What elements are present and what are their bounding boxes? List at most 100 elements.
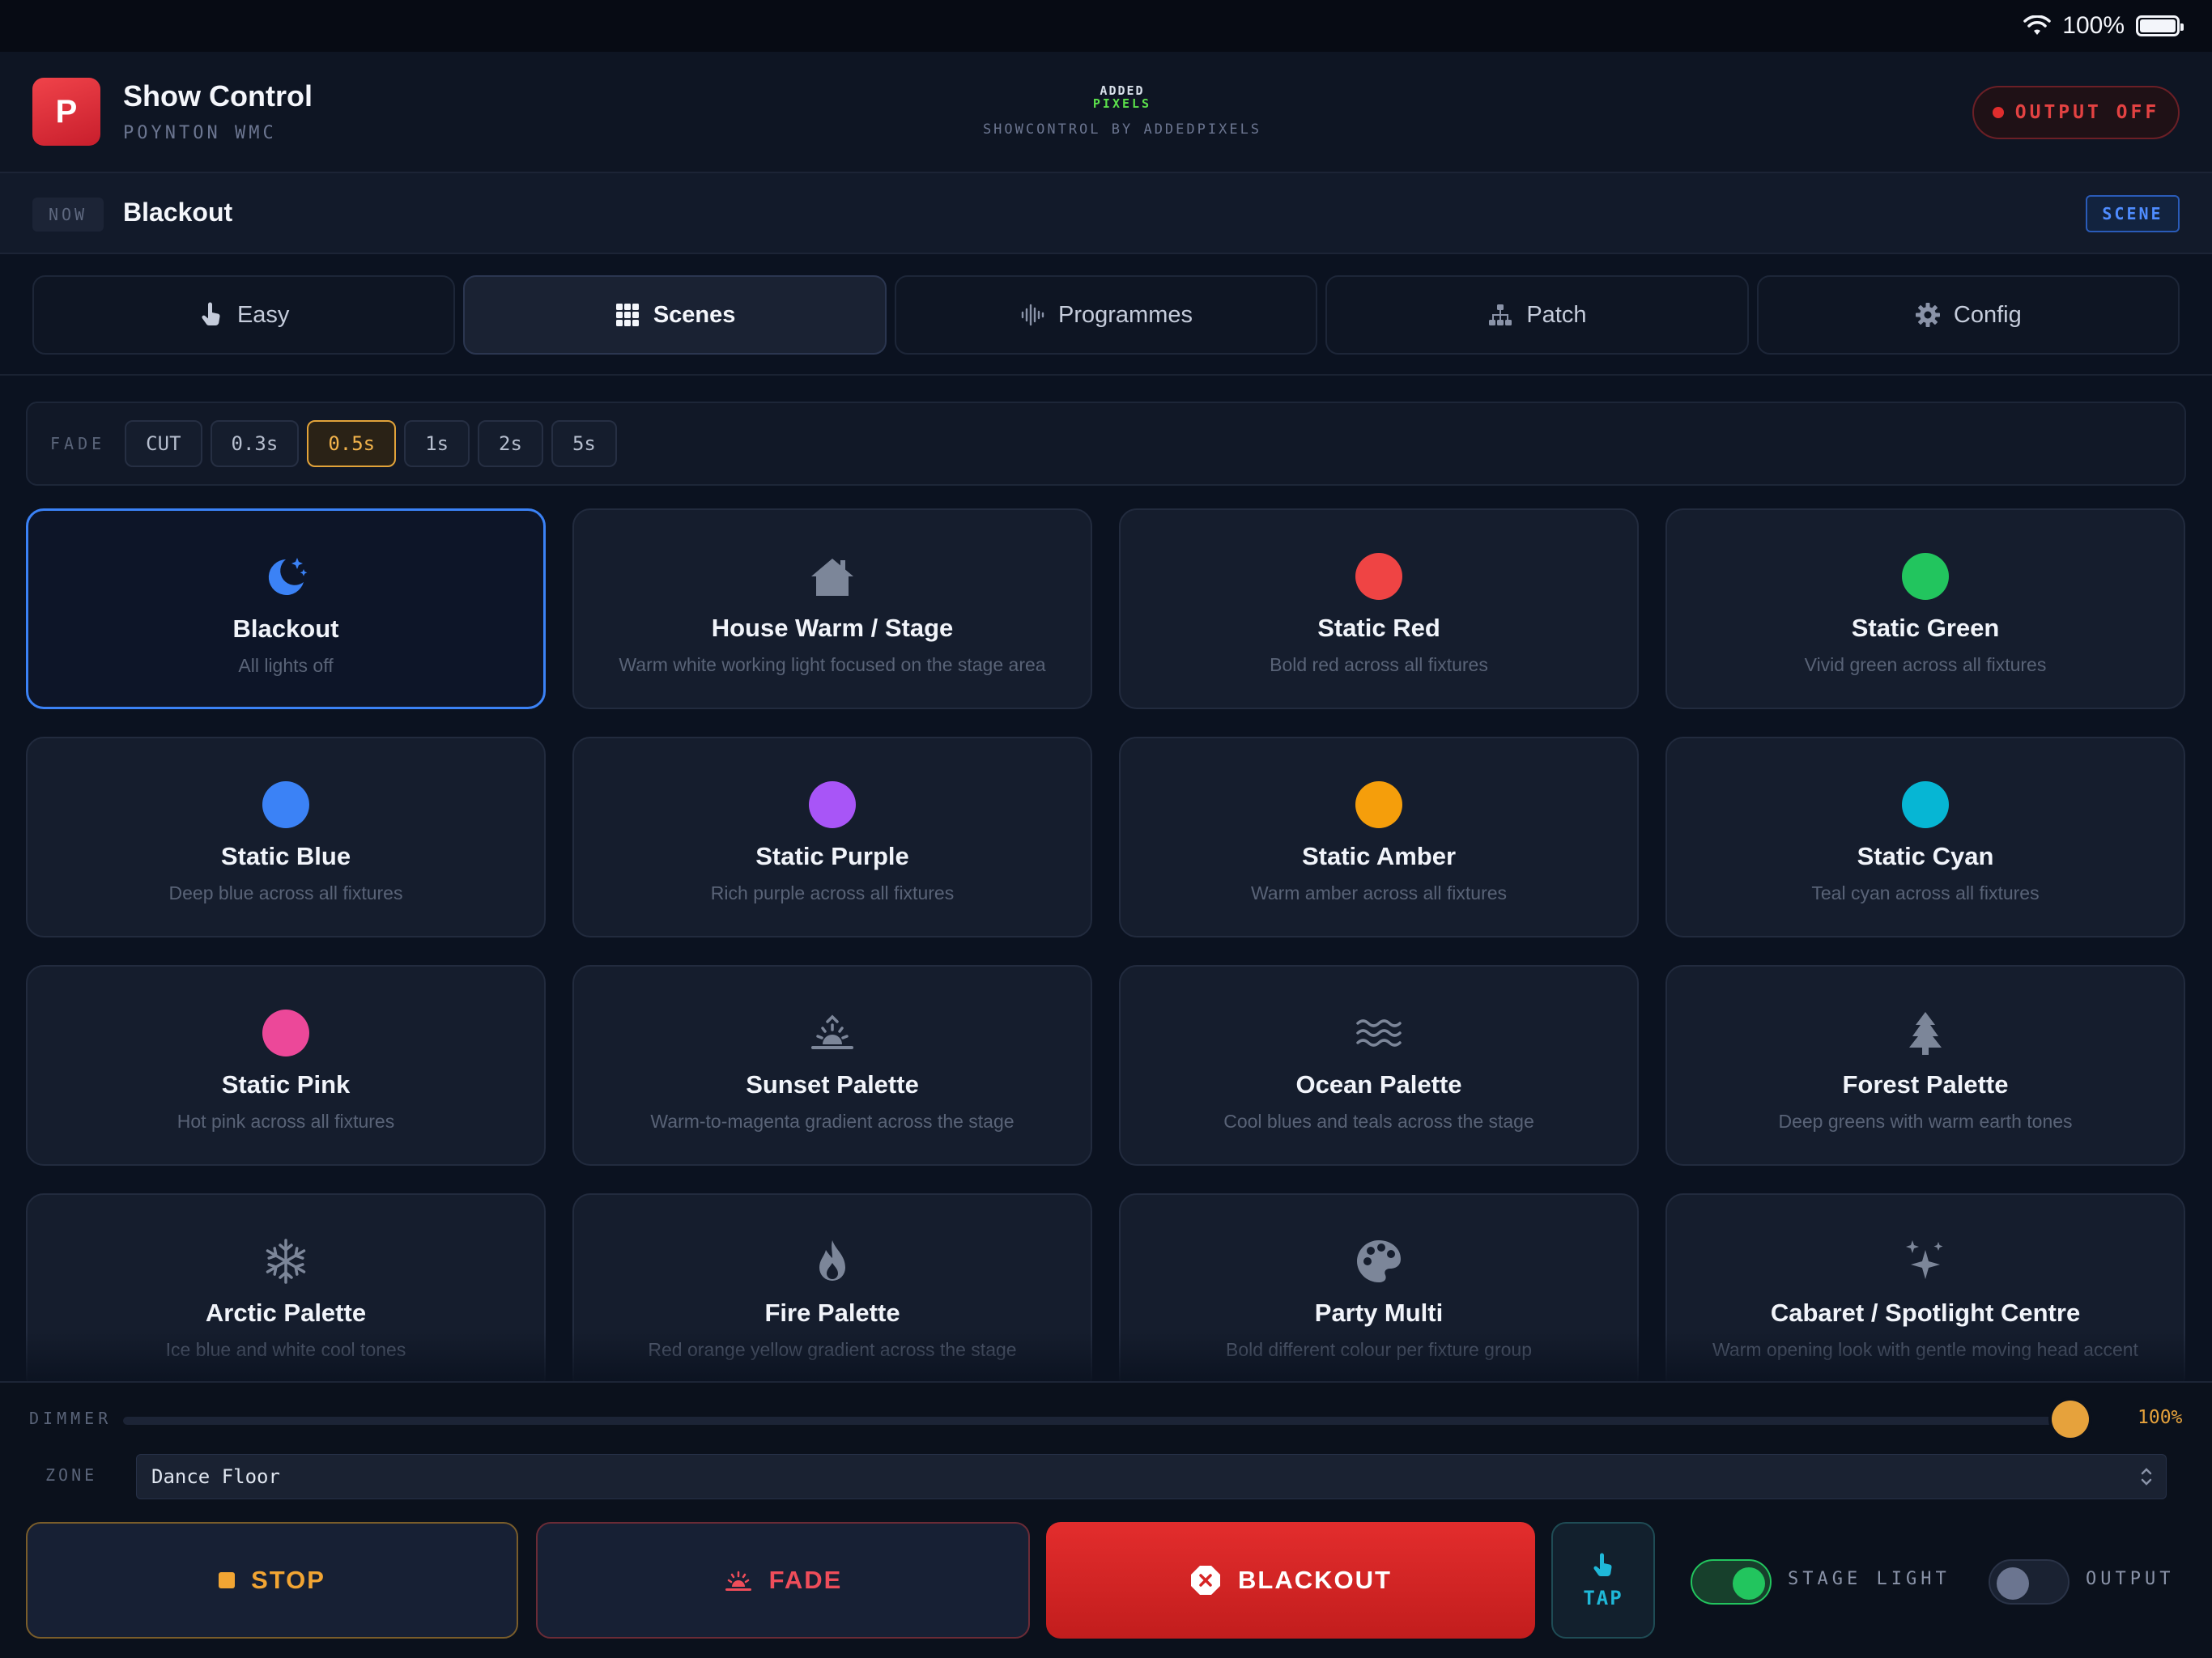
tab-label: Programmes (1058, 301, 1193, 328)
scene-desc: Teal cyan across all fixtures (1811, 882, 2040, 903)
fade-option-1s[interactable]: 1s (404, 420, 470, 467)
tap-tempo-button[interactable]: TAP (1551, 1522, 1655, 1639)
tab-label: Easy (236, 301, 290, 328)
fade-option-0-3s[interactable]: 0.3s (210, 420, 300, 467)
scene-card-blackout[interactable]: Blackout All lights off (26, 508, 546, 709)
divider (0, 374, 2212, 376)
color-swatch (1355, 781, 1402, 828)
fade-button[interactable]: FADE (536, 1522, 1030, 1639)
blackout-label: BLACKOUT (1238, 1566, 1392, 1594)
scene-name: Party Multi (1314, 1299, 1444, 1327)
output-label: OUTPUT (2086, 1569, 2175, 1589)
scene-card-house-warm[interactable]: House Warm / Stage Warm white working li… (572, 508, 1092, 709)
battery-icon (2136, 15, 2184, 36)
color-swatch (1902, 781, 1949, 828)
grid-icon (615, 304, 639, 326)
scene-desc: Bold red across all fixtures (1270, 654, 1488, 675)
tab-patch[interactable]: Patch (1325, 275, 1749, 355)
scene-name: Static Green (1851, 614, 2000, 642)
scene-card-static-blue[interactable]: Static Blue Deep blue across all fixture… (26, 737, 546, 937)
scene-desc: Rich purple across all fixtures (710, 882, 955, 903)
fade-option-0-5s[interactable]: 0.5s (307, 420, 397, 467)
scene-desc: Warm white working light focused on the … (619, 654, 1046, 675)
fade-time-selector: FADE CUT 0.3s 0.5s 1s 2s 5s (26, 402, 2186, 486)
scene-card-fire-palette[interactable]: Fire Palette Red orange yellow gradient … (572, 1193, 1092, 1381)
tab-programmes[interactable]: Programmes (894, 275, 1318, 355)
scene-card-party-multi[interactable]: Party Multi Bold different colour per fi… (1119, 1193, 1639, 1381)
tap-label: TAP (1583, 1587, 1623, 1609)
tab-scenes[interactable]: Scenes (463, 275, 887, 355)
scene-desc: Red orange yellow gradient across the st… (648, 1339, 1017, 1360)
output-off-button[interactable]: OUTPUT OFF (1972, 86, 2180, 139)
scene-name: Cabaret / Spotlight Centre (1770, 1299, 2081, 1327)
tab-config[interactable]: Config (1756, 275, 2180, 355)
scene-desc: Deep blue across all fixtures (168, 882, 403, 903)
stage-light-toggle[interactable] (1691, 1559, 1772, 1605)
scene-card-cabaret-spotlight[interactable]: Cabaret / Spotlight Centre Warm opening … (1665, 1193, 2185, 1381)
scene-name: House Warm / Stage (711, 614, 954, 642)
tab-label: Config (1953, 301, 2022, 328)
scene-card-static-purple[interactable]: Static Purple Rich purple across all fix… (572, 737, 1092, 937)
output-off-label: OUTPUT OFF (2014, 102, 2160, 123)
blackout-button[interactable]: BLACKOUT (1046, 1522, 1535, 1639)
network-icon (1489, 304, 1512, 325)
brand-top: ADDED (1100, 83, 1145, 98)
hand-pointer-icon (1593, 1553, 1612, 1577)
brand-bottom: PIXELS (1092, 96, 1152, 111)
scene-card-static-pink[interactable]: Static Pink Hot pink across all fixtures (26, 965, 546, 1166)
scene-card-static-cyan[interactable]: Static Cyan Teal cyan across all fixture… (1665, 737, 2185, 937)
scene-desc: All lights off (238, 655, 334, 676)
zone-select[interactable]: Dance Floor (136, 1454, 2167, 1499)
scene-card-static-red[interactable]: Static Red Bold red across all fixtures (1119, 508, 1639, 709)
dimmer-slider-handle[interactable] (2052, 1401, 2089, 1438)
main-tabs: Easy Scenes Programmes Patch Config (32, 275, 2180, 355)
scene-desc: Warm-to-magenta gradient across the stag… (650, 1111, 1015, 1132)
fade-option-2s[interactable]: 2s (478, 420, 543, 467)
stop-button[interactable]: STOP (26, 1522, 518, 1639)
tab-easy[interactable]: Easy (32, 275, 456, 355)
output-toggle[interactable] (1989, 1559, 2069, 1605)
stop-icon (219, 1572, 236, 1588)
scene-card-ocean-palette[interactable]: Ocean Palette Cool blues and teals acros… (1119, 965, 1639, 1166)
scene-card-static-green[interactable]: Static Green Vivid green across all fixt… (1665, 508, 2185, 709)
color-swatch (1902, 553, 1949, 600)
toggle-knob (1997, 1567, 2029, 1600)
scene-name: Forest Palette (1842, 1070, 2009, 1099)
palette-icon (1357, 1240, 1401, 1282)
gear-icon (1915, 303, 1940, 327)
chevron-updown-icon (2141, 1468, 2152, 1486)
wifi-icon (2023, 15, 2052, 35)
fade-option-5s[interactable]: 5s (551, 420, 617, 467)
app-logo: P (32, 78, 100, 146)
scene-desc: Ice blue and white cool tones (165, 1339, 406, 1360)
scene-name: Arctic Palette (205, 1299, 367, 1327)
sparkles-icon (1906, 1240, 1943, 1279)
fade-label: FADE (50, 434, 106, 453)
tree-icon (1909, 1012, 1942, 1055)
scene-card-forest-palette[interactable]: Forest Palette Deep greens with warm ear… (1665, 965, 2185, 1166)
scene-card-static-amber[interactable]: Static Amber Warm amber across all fixtu… (1119, 737, 1639, 937)
scene-name: Static Purple (755, 842, 909, 870)
sunset-icon (725, 1571, 751, 1591)
scene-card-arctic-palette[interactable]: Arctic Palette Ice blue and white cool t… (26, 1193, 546, 1381)
stage-light-label: STAGE LIGHT (1788, 1569, 1950, 1589)
fade-option-cut[interactable]: CUT (125, 420, 202, 467)
color-swatch (262, 781, 309, 828)
zone-value: Dance Floor (151, 1465, 280, 1488)
scene-desc: Deep greens with warm earth tones (1778, 1111, 2073, 1132)
dimmer-slider-track[interactable] (123, 1417, 2089, 1425)
now-tag: NOW (32, 198, 104, 232)
current-scene-name: Blackout (123, 198, 233, 227)
scene-desc: Bold different colour per fixture group (1225, 1339, 1533, 1360)
battery-percent: 100% (2062, 12, 2125, 39)
color-swatch (809, 781, 856, 828)
moon-stars-icon (268, 558, 308, 595)
stop-label: STOP (251, 1566, 325, 1594)
scene-name: Static Amber (1301, 842, 1457, 870)
app-title: Show Control (123, 79, 313, 113)
scene-desc: Cool blues and teals across the stage (1223, 1111, 1534, 1132)
scene-card-sunset-palette[interactable]: Sunset Palette Warm-to-magenta gradient … (572, 965, 1092, 1166)
scene-name: Static Red (1317, 614, 1440, 642)
zone-label: ZONE (45, 1465, 98, 1485)
scene-name: Static Pink (221, 1070, 351, 1099)
